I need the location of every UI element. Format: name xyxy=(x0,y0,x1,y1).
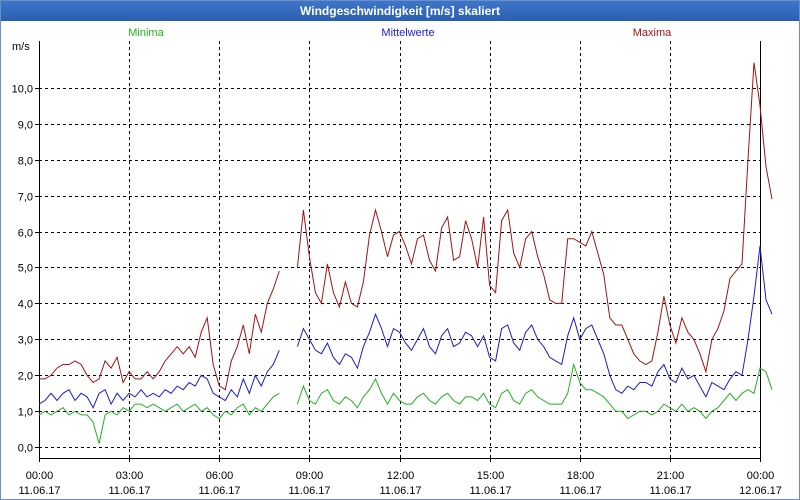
grid-lines xyxy=(39,41,761,458)
y-tick-label: 7,0 xyxy=(18,192,33,204)
x-tick-date-label: 11.06.17 xyxy=(649,485,691,497)
x-tick-date-label: 11.06.17 xyxy=(198,485,240,497)
x-tick-date-label: 12.06.17 xyxy=(739,485,782,497)
x-tick-date-label: 11.06.17 xyxy=(379,485,421,497)
y-tick-label: 0,0 xyxy=(18,443,33,455)
x-tick-time-label: 12:00 xyxy=(387,470,415,482)
x-tick-time-label: 21:00 xyxy=(657,470,685,482)
x-tick-date-label: 11.06.17 xyxy=(469,485,511,497)
legend-mittelwerte: Mittelwerte xyxy=(381,27,434,39)
y-tick-label: 9,0 xyxy=(18,120,33,132)
y-tick-label: 4,0 xyxy=(18,299,33,311)
x-tick-date-label: 11.06.17 xyxy=(288,485,330,497)
y-tick-label: 8,0 xyxy=(18,156,33,168)
x-tick-time-label: 00:00 xyxy=(26,470,54,482)
series-minima-line xyxy=(296,362,773,420)
legend-minima: Minima xyxy=(128,27,164,39)
y-tick-label: 2,0 xyxy=(18,371,33,383)
series-mittelwerte-line xyxy=(296,245,773,399)
x-tick-time-label: 09:00 xyxy=(296,470,324,482)
x-tick-time-label: 15:00 xyxy=(477,470,505,482)
y-tick-label: 3,0 xyxy=(18,335,33,347)
x-tick-time-label: 06:00 xyxy=(206,470,234,482)
y-tick-label: 5,0 xyxy=(18,263,33,275)
wind-speed-chart: 0,0 1,0 2,0 3,0 4,0 5,0 6,0 7,0 8,0 9,0 10,0 00:00 1… xyxy=(12,27,782,497)
y-tick-label: 6,0 xyxy=(18,228,33,240)
labels: 0,0 1,0 2,0 3,0 4,0 5,0 6,0 7,0 8,0 9,0 10,0 00:00 1… xyxy=(12,27,782,497)
series-lines xyxy=(38,62,773,444)
y-axis-unit-label: m/s xyxy=(12,41,30,53)
y-tick-label: 1,0 xyxy=(18,407,33,419)
x-tick-date-label: 11.06.17 xyxy=(108,485,150,497)
legend-maxima: Maxima xyxy=(633,27,672,39)
x-tick-date-label: 11.06.17 xyxy=(559,485,601,497)
x-tick-time-label: 00:00 xyxy=(747,470,775,482)
series-maxima-line xyxy=(296,62,773,374)
series-maxima-line xyxy=(39,270,280,391)
x-tick-time-label: 18:00 xyxy=(567,470,595,482)
y-tick-label: 10,0 xyxy=(12,84,33,96)
x-tick-time-label: 03:00 xyxy=(116,470,144,482)
series-mittelwerte-line xyxy=(38,350,280,409)
x-tick-date-label: 11.06.17 xyxy=(18,485,60,497)
